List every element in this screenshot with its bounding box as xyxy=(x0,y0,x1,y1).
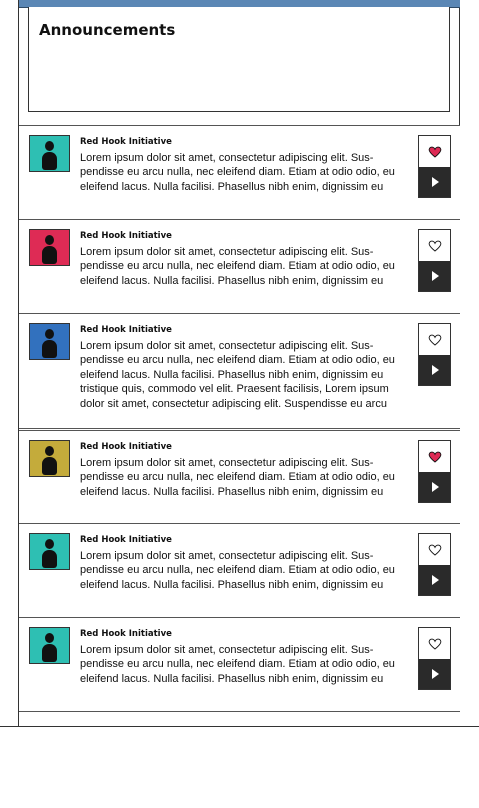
author-name: Red Hook Initiative xyxy=(80,442,172,452)
play-icon xyxy=(432,271,439,281)
post-text: Lorem ipsum dolor sit amet, consectetur … xyxy=(80,340,395,410)
heart-icon xyxy=(428,240,441,252)
avatar xyxy=(29,533,70,570)
feed-list: Red Hook Initiative Lorem ipsum dolor si… xyxy=(19,125,460,727)
post-actions xyxy=(418,323,451,386)
play-icon xyxy=(432,482,439,492)
like-button[interactable] xyxy=(419,534,450,565)
play-icon xyxy=(432,177,439,187)
open-button[interactable] xyxy=(419,472,450,502)
heart-icon xyxy=(428,451,441,463)
avatar xyxy=(29,229,70,266)
heart-icon xyxy=(428,544,441,556)
author-name: Red Hook Initiative xyxy=(80,231,172,241)
announcements-panel: Announcements xyxy=(28,7,450,112)
list-item[interactable]: Red Hook Initiative Lorem ipsum dolor si… xyxy=(19,219,460,313)
author-name: Red Hook Initiative xyxy=(80,629,172,639)
like-button[interactable] xyxy=(419,324,450,355)
post-actions xyxy=(418,627,451,690)
like-button[interactable] xyxy=(419,441,450,472)
app-frame: Announcements Red Hook Initiative Lorem … xyxy=(0,0,479,727)
avatar xyxy=(29,627,70,664)
author-name: Red Hook Initiative xyxy=(80,535,172,545)
post-text: Lorem ipsum dolor sit amet, consectetur … xyxy=(80,457,395,498)
list-item[interactable]: Red Hook Initiative Lorem ipsum dolor si… xyxy=(19,125,460,219)
heart-icon xyxy=(428,638,441,650)
like-button[interactable] xyxy=(419,628,450,659)
play-icon xyxy=(432,669,439,679)
author-name: Red Hook Initiative xyxy=(80,325,172,335)
post-actions xyxy=(418,229,451,292)
announcements-title: Announcements xyxy=(39,21,176,39)
author-name: Red Hook Initiative xyxy=(80,137,172,147)
frame-bottom-edge xyxy=(0,726,479,727)
heart-icon xyxy=(428,146,441,158)
list-item[interactable]: Red Hook Initiative Lorem ipsum dolor si… xyxy=(19,617,460,711)
list-item-partial xyxy=(19,711,460,727)
play-icon xyxy=(432,365,439,375)
avatar xyxy=(29,323,70,360)
like-button[interactable] xyxy=(419,230,450,261)
open-button[interactable] xyxy=(419,261,450,291)
like-button[interactable] xyxy=(419,136,450,167)
avatar xyxy=(29,440,70,477)
right-gutter xyxy=(459,0,479,727)
open-button[interactable] xyxy=(419,659,450,689)
heart-icon xyxy=(428,334,441,346)
post-text: Lorem ipsum dolor sit amet, consectetur … xyxy=(80,152,395,193)
post-actions xyxy=(418,440,451,503)
open-button[interactable] xyxy=(419,355,450,385)
post-text: Lorem ipsum dolor sit amet, consectetur … xyxy=(80,644,395,685)
post-text: Lorem ipsum dolor sit amet, consectetur … xyxy=(80,246,395,287)
list-item[interactable]: Red Hook Initiative Lorem ipsum dolor si… xyxy=(19,428,460,523)
list-item[interactable]: Red Hook Initiative Lorem ipsum dolor si… xyxy=(19,313,460,428)
left-gutter xyxy=(0,0,19,727)
open-button[interactable] xyxy=(419,565,450,595)
open-button[interactable] xyxy=(419,167,450,197)
avatar xyxy=(29,135,70,172)
post-text: Lorem ipsum dolor sit amet, consectetur … xyxy=(80,550,395,591)
list-item[interactable]: Red Hook Initiative Lorem ipsum dolor si… xyxy=(19,523,460,617)
post-actions xyxy=(418,533,451,596)
play-icon xyxy=(432,575,439,585)
post-actions xyxy=(418,135,451,198)
